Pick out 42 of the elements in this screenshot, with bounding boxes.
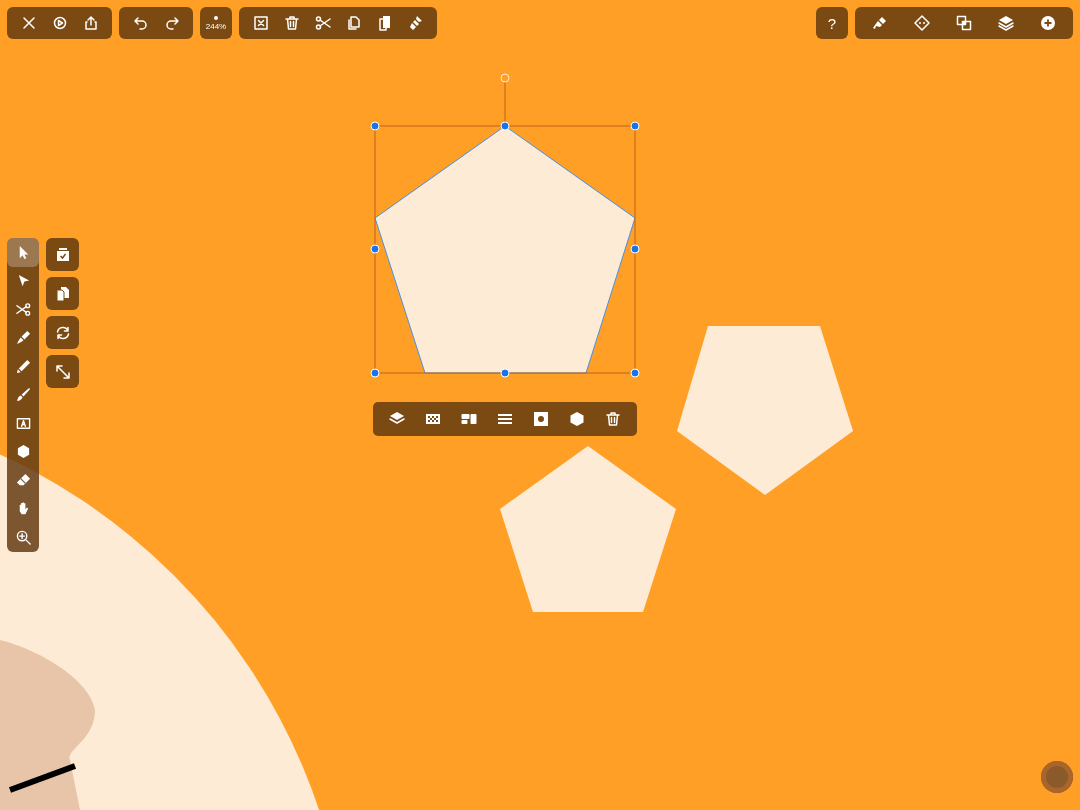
eraser-icon xyxy=(15,472,31,488)
zoom-button[interactable]: 244% xyxy=(200,7,232,39)
trash-icon xyxy=(605,411,621,427)
layers-icon xyxy=(389,411,405,427)
trash-icon xyxy=(283,15,300,31)
overlap-squares-icon xyxy=(956,15,972,31)
text-box-icon xyxy=(15,415,31,431)
resize-arrows-button[interactable] xyxy=(46,355,79,388)
align-lines-icon xyxy=(497,411,513,427)
add-icon xyxy=(1040,15,1056,31)
style-brush-icon xyxy=(407,15,424,31)
undo-icon xyxy=(132,15,149,31)
help-button[interactable]: ? xyxy=(816,7,848,39)
paste-icon xyxy=(376,15,393,31)
floating-circle-button[interactable] xyxy=(1041,761,1073,793)
duplicate-icon xyxy=(54,285,71,302)
arrange-blocks-icon xyxy=(461,411,477,427)
checked-tray-button[interactable] xyxy=(46,238,79,271)
mask-icon xyxy=(533,411,549,427)
layers-icon xyxy=(998,15,1014,31)
close-icon xyxy=(20,15,37,31)
redo-icon xyxy=(163,15,180,31)
copy-icon xyxy=(345,15,362,31)
share-icon xyxy=(82,15,99,31)
pencil-icon xyxy=(15,358,31,374)
hexagon-icon xyxy=(569,411,585,427)
scissors-icon xyxy=(314,15,331,31)
brush-icon xyxy=(872,15,888,31)
duplicate-button[interactable] xyxy=(46,277,79,310)
hexagon-icon xyxy=(15,444,31,460)
rotate-icon xyxy=(54,324,71,341)
scissors-icon xyxy=(15,301,31,317)
resize-arrows-icon xyxy=(54,363,71,380)
tool-button[interactable] xyxy=(7,238,39,267)
diamond-icon xyxy=(914,15,930,31)
checked-tray-icon xyxy=(54,246,71,263)
zoom-icon xyxy=(15,529,31,545)
pen-nib-icon xyxy=(15,330,31,346)
deselect-icon xyxy=(252,15,269,31)
rotate-button[interactable] xyxy=(46,316,79,349)
paintbrush-icon xyxy=(15,387,31,403)
checkerboard-icon xyxy=(425,411,441,427)
